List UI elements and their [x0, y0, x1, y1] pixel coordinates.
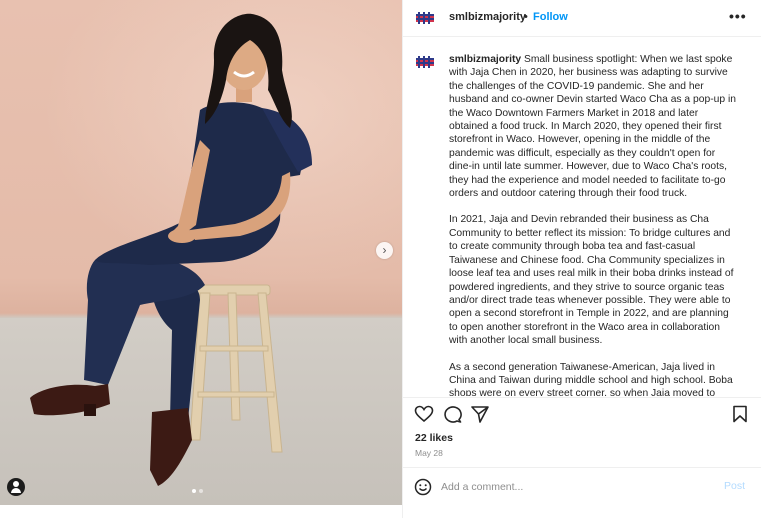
stool	[189, 284, 283, 453]
caption-avatar[interactable]	[414, 51, 436, 73]
carousel-dot-1	[192, 489, 196, 493]
post-caption: smlbizmajority Small business spotlight:…	[449, 53, 739, 396]
heart-icon[interactable]	[414, 405, 434, 423]
post-details-panel: smlbizmajority • Follow ••• smlbizmajori…	[402, 0, 762, 518]
carousel-dot-2	[199, 489, 203, 493]
more-options-icon[interactable]: •••	[729, 8, 747, 24]
comment-input[interactable]	[441, 478, 711, 496]
carousel-next-button[interactable]: ›	[376, 242, 393, 259]
post-photo[interactable]: ›	[0, 0, 402, 505]
user-tag-icon[interactable]	[7, 478, 25, 496]
caption-text: Small business spotlight: When we last s…	[449, 54, 736, 200]
caption-paragraph: In 2021, Jaja and Devin rebranded their …	[449, 214, 734, 347]
avatar[interactable]	[414, 7, 436, 29]
comment-icon[interactable]	[442, 405, 462, 423]
share-icon[interactable]	[470, 405, 490, 423]
header-username[interactable]: smlbizmajority	[449, 11, 526, 23]
emoji-icon[interactable]	[414, 478, 432, 496]
follow-button[interactable]: Follow	[533, 11, 568, 23]
caption-scroll-area[interactable]: smlbizmajority Small business spotlight:…	[403, 38, 761, 396]
post-actions	[403, 397, 761, 427]
account-logo-icon	[416, 12, 434, 24]
caption-username[interactable]: smlbizmajority	[449, 54, 521, 65]
bookmark-icon[interactable]	[730, 405, 750, 423]
carousel-indicator	[192, 489, 203, 493]
account-logo-icon	[416, 56, 434, 68]
header-separator: •	[524, 11, 528, 23]
instagram-post: › smlbizmajority • Follow ••• smlbizmajo…	[0, 0, 762, 518]
caption-paragraph: As a second generation Taiwanese-America…	[449, 361, 733, 396]
photo-subject-illustration	[30, 13, 312, 486]
chevron-right-icon: ›	[382, 243, 387, 257]
post-comment-button[interactable]: Post	[724, 480, 745, 492]
post-date[interactable]: May 28	[415, 448, 443, 458]
comment-bar: Post	[403, 467, 761, 505]
post-header: smlbizmajority • Follow •••	[403, 0, 761, 37]
caption-paragraph: smlbizmajority Small business spotlight:…	[449, 53, 739, 200]
likes-count[interactable]: 22 likes	[415, 432, 453, 444]
